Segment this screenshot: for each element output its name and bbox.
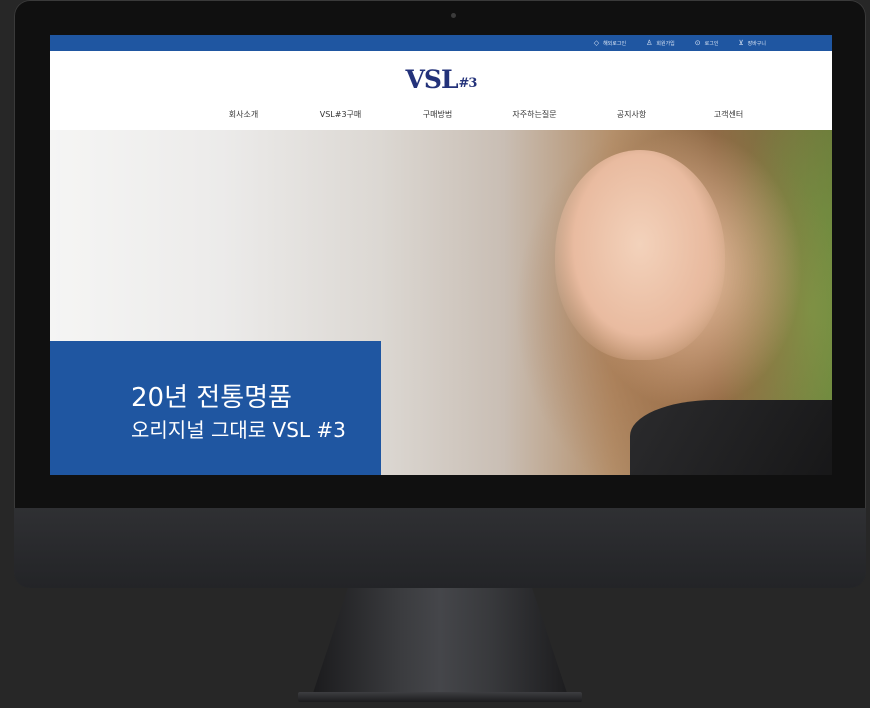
monitor-stand: [312, 588, 568, 696]
hero-model-jacket: [630, 400, 832, 475]
nav-item-company[interactable]: 회사소개: [195, 109, 292, 120]
monitor-chin: [14, 508, 866, 588]
camera-dot: [451, 13, 456, 18]
logo-symbol: #3: [458, 76, 478, 91]
cart-icon: ⊻: [738, 38, 744, 47]
login-label: 로그인: [704, 40, 719, 47]
cart-link[interactable]: ⊻ 장바구니: [738, 38, 766, 47]
overseas-login-link[interactable]: ◇ 해외로그인: [593, 38, 627, 47]
main-nav: 회사소개 VSL#3구매 구매방법 자주하는질문 공지사항 고객센터: [195, 109, 832, 120]
nav-item-buy[interactable]: VSL#3구매: [292, 109, 389, 120]
utility-bar: ◇ 해외로그인 ♙ 회원가입 ⊙ 로그인 ⊻ 장바구니: [50, 35, 832, 51]
hero-model-face: [555, 150, 725, 360]
hero-caption-box: 20년 전통명품 오리지널 그대로 VSL #3: [50, 341, 381, 475]
hero-headline: 20년 전통명품: [131, 383, 292, 413]
signup-link[interactable]: ♙ 회원가입: [646, 38, 675, 47]
signup-label: 회원가입: [656, 40, 675, 47]
login-link[interactable]: ⊙ 로그인: [694, 38, 719, 47]
logo-text: VSL: [405, 65, 459, 94]
globe-icon: ◇: [593, 38, 600, 47]
website-screen: ◇ 해외로그인 ♙ 회원가입 ⊙ 로그인 ⊻ 장바구니 VSL#3 회사소개 V…: [50, 35, 832, 475]
nav-item-how-to-buy[interactable]: 구매방법: [389, 109, 486, 120]
lock-icon: ⊙: [694, 38, 701, 47]
nav-item-faq[interactable]: 자주하는질문: [486, 109, 583, 120]
cart-label: 장바구니: [747, 40, 766, 47]
site-logo[interactable]: VSL#3: [50, 65, 832, 94]
monitor-base: [298, 692, 582, 702]
nav-item-support[interactable]: 고객센터: [680, 109, 777, 120]
hero-banner[interactable]: 20년 전통명품 오리지널 그대로 VSL #3: [50, 130, 832, 475]
overseas-login-label: 해외로그인: [603, 40, 627, 47]
nav-item-notice[interactable]: 공지사항: [583, 109, 680, 120]
hero-subheadline: 오리지널 그대로 VSL #3: [131, 418, 346, 442]
site-header: VSL#3 회사소개 VSL#3구매 구매방법 자주하는질문 공지사항 고객센터: [50, 51, 832, 130]
person-icon: ♙: [646, 38, 653, 47]
